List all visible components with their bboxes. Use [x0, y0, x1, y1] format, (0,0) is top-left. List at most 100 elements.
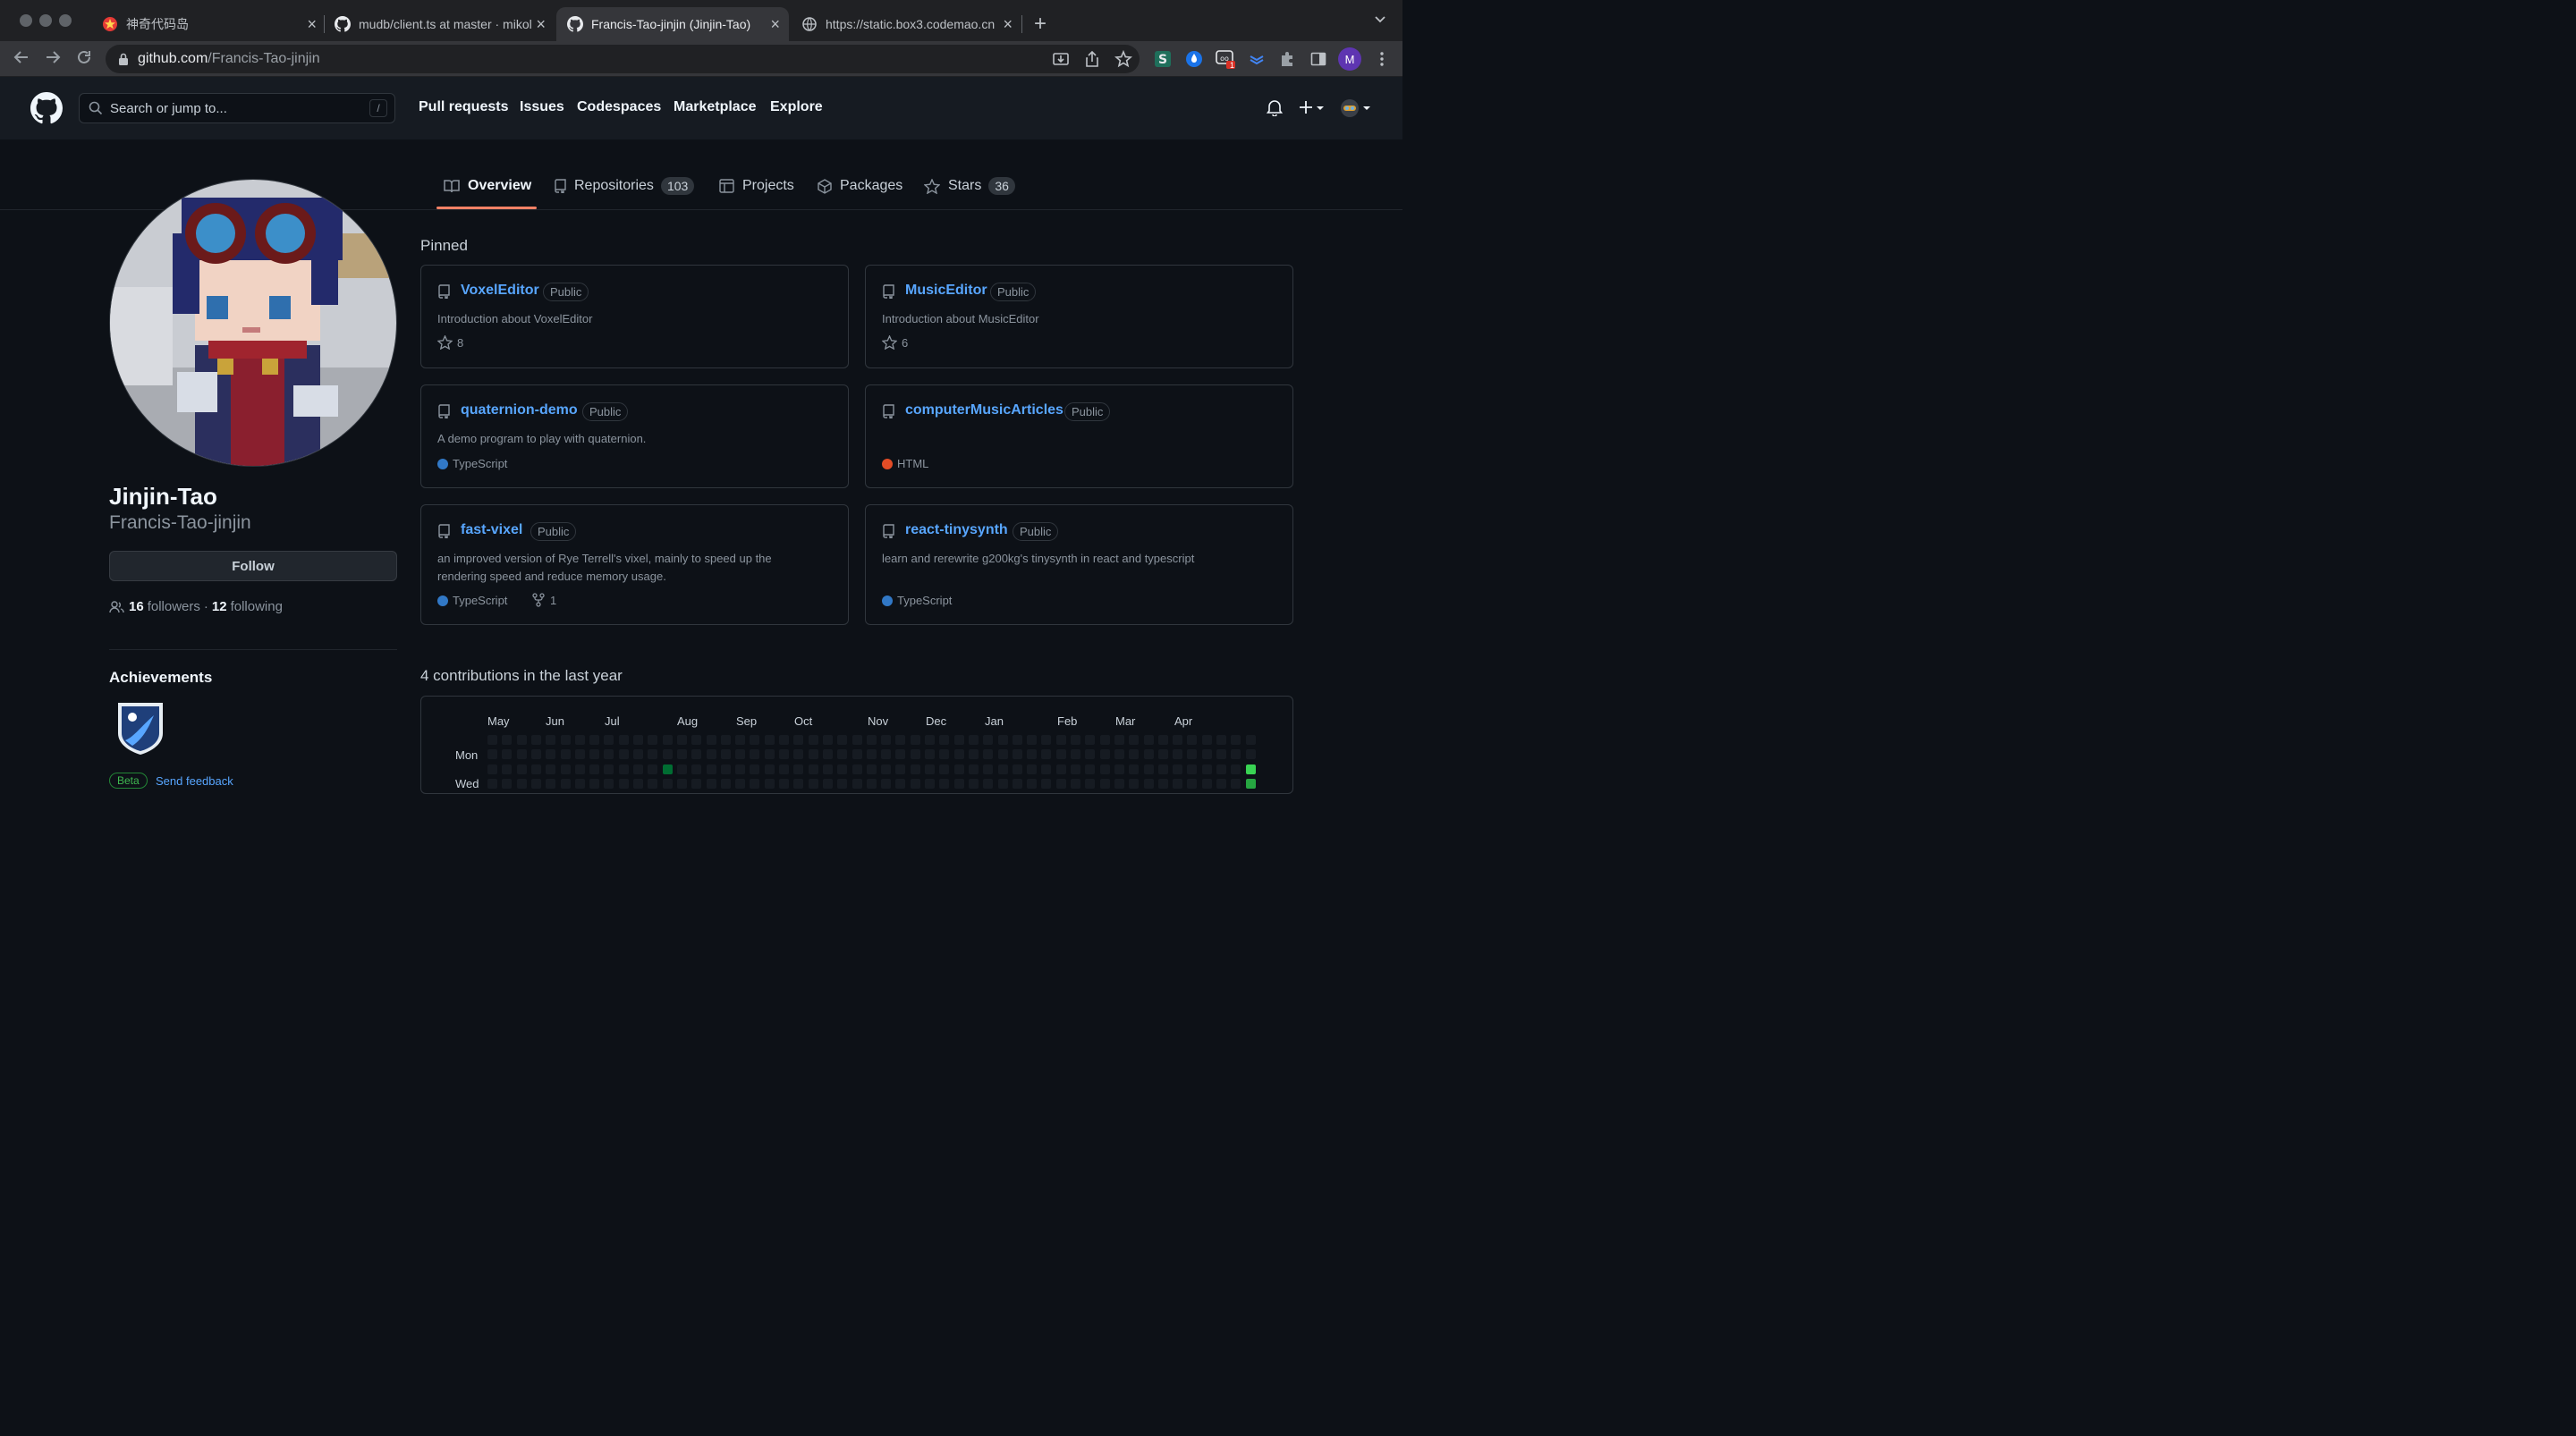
contribution-day-cell[interactable] [808, 764, 818, 774]
contribution-day-cell[interactable] [516, 735, 527, 745]
contribution-day-cell[interactable] [895, 749, 906, 760]
contribution-day-cell[interactable] [750, 778, 760, 789]
contribution-day-cell[interactable] [735, 749, 746, 760]
contribution-day-cell[interactable] [822, 778, 833, 789]
contribution-day-cell[interactable] [487, 735, 497, 745]
kebab-menu-icon[interactable] [1372, 49, 1392, 69]
contribution-day-cell[interactable] [793, 778, 804, 789]
repo-link[interactable]: react-tinysynth [905, 522, 1008, 538]
contribution-day-cell[interactable] [1129, 735, 1140, 745]
contribution-day-cell[interactable] [487, 749, 497, 760]
contribution-day-cell[interactable] [1231, 735, 1241, 745]
contribution-day-cell[interactable] [793, 764, 804, 774]
contribution-day-cell[interactable] [1173, 749, 1183, 760]
contribution-day-cell[interactable] [604, 778, 614, 789]
contribution-day-cell[interactable] [720, 749, 731, 760]
contribution-day-cell[interactable] [983, 778, 994, 789]
contribution-day-cell[interactable] [953, 735, 964, 745]
contribution-day-cell[interactable] [1187, 778, 1198, 789]
contribution-day-cell[interactable] [574, 764, 585, 774]
contribution-day-cell[interactable] [1173, 764, 1183, 774]
contribution-day-cell[interactable] [939, 764, 950, 774]
forward-arrow-icon[interactable] [42, 48, 64, 72]
back-arrow-icon[interactable] [11, 48, 32, 72]
contribution-day-cell[interactable] [1216, 778, 1226, 789]
contribution-day-cell[interactable] [1099, 735, 1110, 745]
contribution-day-cell[interactable] [516, 764, 527, 774]
contribution-day-cell[interactable] [895, 764, 906, 774]
contribution-day-cell[interactable] [604, 749, 614, 760]
contribution-day-cell[interactable] [618, 764, 629, 774]
contribution-day-cell[interactable] [1012, 778, 1022, 789]
contribution-day-cell[interactable] [764, 764, 775, 774]
browser-tab-2[interactable]: mudb/client.ts at master · mikol × [324, 7, 555, 41]
contribution-day-cell[interactable] [837, 735, 848, 745]
contribution-day-cell[interactable] [852, 735, 862, 745]
contribution-day-cell[interactable] [1071, 778, 1080, 789]
contribution-day-cell[interactable] [793, 735, 804, 745]
contribution-day-cell[interactable] [1114, 778, 1124, 789]
contribution-day-cell[interactable] [1231, 749, 1241, 760]
contribution-day-cell[interactable] [983, 764, 994, 774]
contribution-day-cell[interactable] [546, 764, 556, 774]
contribution-day-cell[interactable] [530, 749, 541, 760]
contribution-day-cell[interactable] [822, 749, 833, 760]
contribution-day-cell[interactable] [589, 749, 600, 760]
contribution-day-cell[interactable] [881, 778, 892, 789]
contribution-day-cell[interactable] [691, 749, 702, 760]
close-icon[interactable]: × [536, 15, 546, 34]
contribution-day-cell[interactable] [1216, 764, 1226, 774]
contribution-day-cell[interactable] [925, 735, 935, 745]
contribution-day-cell[interactable] [604, 735, 614, 745]
contribution-day-cell[interactable] [866, 749, 877, 760]
contribution-day-cell[interactable] [502, 749, 513, 760]
contribution-day-cell[interactable] [648, 749, 658, 760]
contribution-day-cell[interactable] [837, 778, 848, 789]
contribution-day-cell[interactable] [764, 735, 775, 745]
contribution-day-cell[interactable] [662, 735, 673, 745]
repo-forks-link[interactable]: 1 [532, 593, 556, 607]
contribution-day-cell[interactable] [910, 749, 920, 760]
window-minimize-dot[interactable] [39, 14, 52, 27]
contribution-day-cell[interactable] [560, 778, 571, 789]
nav-codespaces[interactable]: Codespaces [577, 99, 661, 115]
create-new-plus-icon[interactable] [1299, 98, 1327, 121]
contribution-day-cell[interactable] [1245, 735, 1256, 745]
contribution-day-cell[interactable] [997, 735, 1008, 745]
side-panel-icon[interactable] [1309, 49, 1328, 69]
follow-button[interactable]: Follow [109, 551, 397, 581]
nav-pull-requests[interactable]: Pull requests [419, 99, 508, 115]
contribution-day-cell[interactable] [530, 778, 541, 789]
contribution-day-cell[interactable] [939, 735, 950, 745]
contribution-day-cell[interactable] [1114, 749, 1124, 760]
contribution-day-cell[interactable] [691, 764, 702, 774]
address-bar[interactable]: github.com/Francis-Tao-jinjin [106, 45, 1140, 73]
contribution-day-cell[interactable] [676, 778, 687, 789]
contribution-day-cell[interactable] [750, 749, 760, 760]
contribution-day-cell[interactable] [779, 735, 789, 745]
contribution-day-cell[interactable] [1143, 778, 1154, 789]
contribution-day-cell[interactable] [1012, 749, 1022, 760]
contribution-day-cell[interactable] [1143, 764, 1154, 774]
contribution-day-cell[interactable] [1027, 778, 1038, 789]
contribution-day-cell[interactable] [1216, 735, 1226, 745]
contribution-day-cell[interactable] [487, 764, 497, 774]
contribution-day-cell[interactable] [720, 778, 731, 789]
contribution-day-cell[interactable] [1129, 749, 1140, 760]
tab-overview[interactable]: Overview [444, 175, 531, 197]
contribution-day-cell[interactable] [1055, 764, 1066, 774]
contribution-day-cell[interactable] [574, 778, 585, 789]
contribution-day-cell[interactable] [706, 764, 716, 774]
contribution-day-cell[interactable] [1187, 764, 1198, 774]
contribution-day-cell[interactable] [968, 735, 979, 745]
contribution-day-cell[interactable] [589, 764, 600, 774]
contribution-day-cell[interactable] [953, 749, 964, 760]
install-app-icon[interactable] [1052, 50, 1070, 72]
contribution-day-cell[interactable] [502, 764, 513, 774]
repo-stars-link[interactable]: 6 [882, 335, 908, 350]
share-icon[interactable] [1084, 50, 1100, 72]
user-avatar-menu[interactable] [1340, 98, 1372, 122]
contribution-day-cell[interactable] [706, 749, 716, 760]
contribution-day-cell[interactable] [1085, 749, 1096, 760]
contribution-day-cell[interactable] [706, 735, 716, 745]
